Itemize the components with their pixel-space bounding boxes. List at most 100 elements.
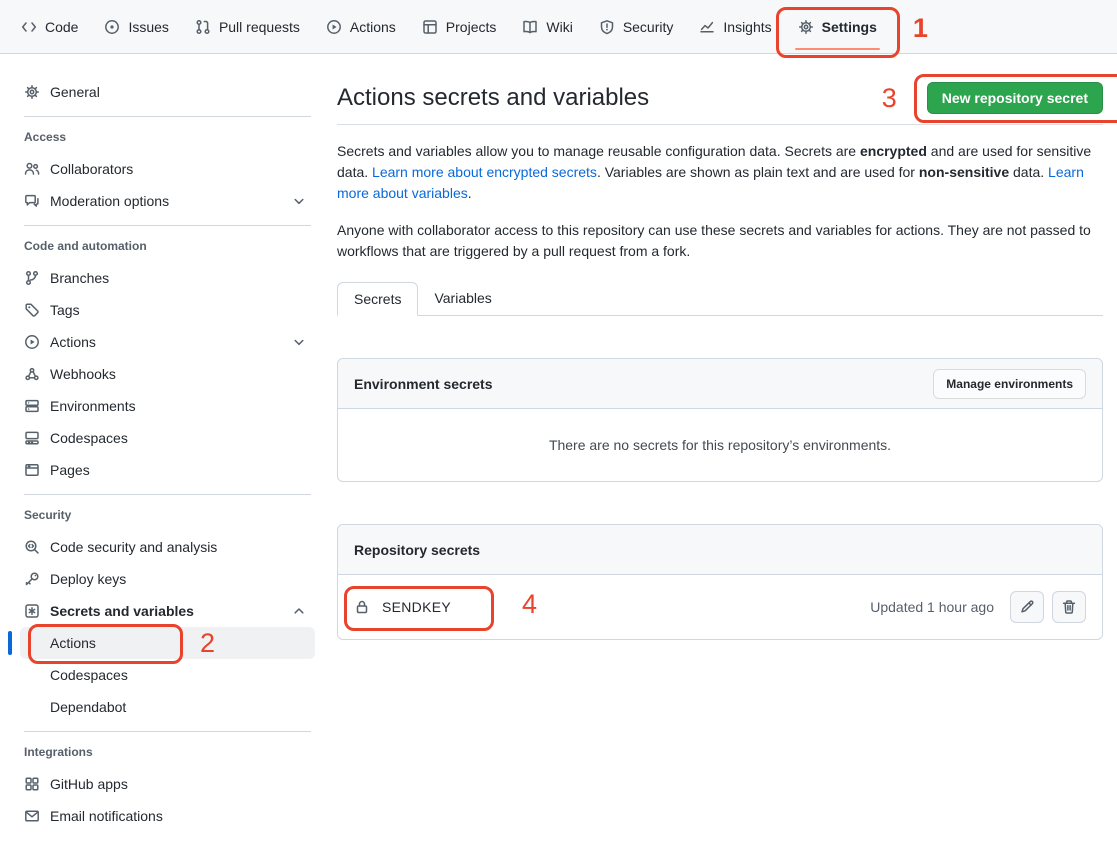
divider — [24, 225, 311, 226]
sidebar-item-actions[interactable]: Actions — [20, 326, 315, 358]
repository-secrets-box: Repository secrets SENDKEY 4 Updated 1 h… — [337, 524, 1103, 640]
browser-icon — [24, 462, 40, 478]
tab-label: Settings — [822, 19, 877, 35]
issue-opened-icon — [104, 19, 120, 35]
mail-icon — [24, 808, 40, 824]
server-icon — [24, 398, 40, 414]
repository-secrets-title: Repository secrets — [354, 542, 480, 558]
environment-secrets-box: Environment secrets Manage environments … — [337, 358, 1103, 482]
people-icon — [24, 161, 40, 177]
description-paragraph: Secrets and variables allow you to manag… — [337, 141, 1103, 204]
git-branch-icon — [24, 270, 40, 286]
active-tab-underline — [795, 48, 880, 50]
tab-settings[interactable]: Settings 1 — [785, 0, 890, 53]
sidebar-item-collaborators[interactable]: Collaborators — [20, 153, 315, 185]
annotation-number-4: 4 — [522, 591, 537, 618]
play-icon — [326, 19, 342, 35]
sidebar-item-environments[interactable]: Environments — [20, 390, 315, 422]
gear-icon — [798, 19, 814, 35]
tag-icon — [24, 302, 40, 318]
sidebar-item-webhooks[interactable]: Webhooks — [20, 358, 315, 390]
secret-row: SENDKEY 4 Updated 1 hour ago — [338, 575, 1102, 639]
tab-label: Security — [623, 19, 674, 35]
sidebar-item-moderation-options[interactable]: Moderation options — [20, 185, 315, 217]
tab-variables[interactable]: Variables — [418, 282, 507, 316]
active-indicator — [8, 631, 12, 655]
shield-icon — [599, 19, 615, 35]
sidebar-item-deploy-keys[interactable]: Deploy keys — [20, 563, 315, 595]
annotation-number-1: 1 — [913, 15, 928, 42]
gear-icon — [24, 84, 40, 100]
section-header-code-automation: Code and automation — [20, 236, 315, 256]
new-repository-secret-button[interactable]: New repository secret — [927, 82, 1103, 114]
environment-secrets-empty-text: There are no secrets for this repository… — [338, 409, 1102, 481]
divider — [24, 731, 311, 732]
section-header-access: Access — [20, 127, 315, 147]
sidebar-item-code-security[interactable]: Code security and analysis — [20, 531, 315, 563]
tab-projects[interactable]: Projects — [409, 0, 510, 53]
encrypted-secrets-link[interactable]: Learn more about encrypted secrets — [372, 164, 597, 180]
tab-label: Code — [45, 19, 78, 35]
sidebar-item-email-notifications[interactable]: Email notifications — [20, 800, 315, 832]
tab-issues[interactable]: Issues — [91, 0, 181, 53]
play-icon — [24, 334, 40, 350]
sidebar-item-pages[interactable]: Pages — [20, 454, 315, 486]
tab-label: Issues — [128, 19, 168, 35]
tab-label: Insights — [723, 19, 771, 35]
tab-security[interactable]: Security — [586, 0, 687, 53]
sidebar-item-github-apps[interactable]: GitHub apps — [20, 768, 315, 800]
trash-icon — [1061, 599, 1077, 615]
book-icon — [522, 19, 538, 35]
sidebar-item-codespaces[interactable]: Codespaces — [20, 422, 315, 454]
annotation-number-2: 2 — [200, 630, 215, 657]
lock-icon — [354, 599, 370, 615]
manage-environments-button[interactable]: Manage environments — [933, 369, 1086, 399]
secret-name: SENDKEY — [382, 599, 451, 615]
tab-wiki[interactable]: Wiki — [509, 0, 585, 53]
tab-code[interactable]: Code — [8, 0, 91, 53]
edit-secret-button[interactable] — [1010, 591, 1044, 623]
delete-secret-button[interactable] — [1052, 591, 1086, 623]
access-note-paragraph: Anyone with collaborator access to this … — [337, 220, 1103, 262]
divider — [24, 494, 311, 495]
tab-label: Pull requests — [219, 19, 300, 35]
tab-pull-requests[interactable]: Pull requests — [182, 0, 313, 53]
divider — [24, 116, 311, 117]
key-icon — [24, 571, 40, 587]
annotation-number-3: 3 — [882, 85, 897, 112]
sidebar-subitem-actions[interactable]: Actions 2 — [20, 627, 315, 659]
apps-icon — [24, 776, 40, 792]
repo-tab-nav: Code Issues Pull requests Actions Projec… — [0, 0, 1117, 54]
comment-discussion-icon — [24, 193, 40, 209]
tab-label: Actions — [350, 19, 396, 35]
codescan-icon — [24, 539, 40, 555]
key-asterisk-icon — [24, 603, 40, 619]
settings-sidebar: General Access Collaborators Moderation … — [0, 54, 337, 832]
tab-label: Wiki — [546, 19, 572, 35]
sidebar-subitem-dependabot[interactable]: Dependabot — [20, 691, 315, 723]
sidebar-item-secrets-and-variables[interactable]: Secrets and variables — [20, 595, 315, 627]
tab-label: Projects — [446, 19, 497, 35]
main-content: Actions secrets and variables New reposi… — [337, 54, 1117, 640]
codespaces-icon — [24, 430, 40, 446]
sidebar-item-general[interactable]: General — [20, 76, 315, 108]
sidebar-item-tags[interactable]: Tags — [20, 294, 315, 326]
tab-secrets[interactable]: Secrets — [337, 282, 418, 316]
secrets-variables-tabnav: Secrets Variables — [337, 282, 1103, 316]
webhook-icon — [24, 366, 40, 382]
secret-updated-text: Updated 1 hour ago — [870, 599, 994, 615]
non-sensitive-emphasis: non-sensitive — [919, 164, 1009, 180]
section-header-security: Security — [20, 505, 315, 525]
chevron-down-icon — [291, 334, 307, 350]
title-divider — [337, 124, 1103, 125]
sidebar-subitem-codespaces[interactable]: Codespaces — [20, 659, 315, 691]
chevron-down-icon — [291, 193, 307, 209]
section-header-integrations: Integrations — [20, 742, 315, 762]
pencil-icon — [1019, 599, 1035, 615]
tab-insights[interactable]: Insights — [686, 0, 784, 53]
tab-actions[interactable]: Actions — [313, 0, 409, 53]
page-title: Actions secrets and variables — [337, 82, 649, 114]
graph-icon — [699, 19, 715, 35]
sidebar-item-branches[interactable]: Branches — [20, 262, 315, 294]
code-icon — [21, 19, 37, 35]
